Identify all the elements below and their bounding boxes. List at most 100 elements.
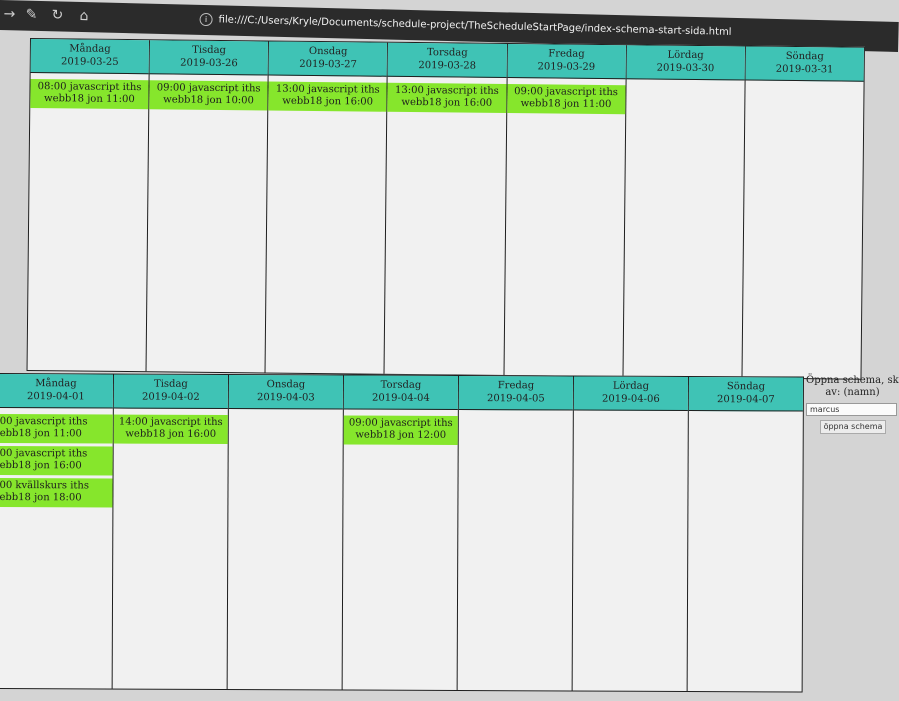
day-date: 2019-04-07 xyxy=(717,394,775,406)
day-column: Söndag 2019-03-31 xyxy=(742,46,864,378)
schedule-event[interactable]: 09:00 javascript iths webb18 jon 12:00 xyxy=(343,415,458,446)
home-icon[interactable]: ⌂ xyxy=(79,8,88,24)
day-body xyxy=(458,410,573,690)
day-date: 2019-04-02 xyxy=(142,391,200,403)
schedule-event[interactable]: 13:00 javascript iths webb18 jon 16:00 xyxy=(268,81,387,112)
day-name: Söndag xyxy=(726,381,766,393)
event-line2: webb18 jon 11:00 xyxy=(520,98,612,111)
day-header: Tisdag 2019-04-02 xyxy=(113,374,228,410)
day-column: Torsdag 2019-03-28 13:00 javascript iths we… xyxy=(384,42,508,375)
day-column: Lördag 2019-03-30 xyxy=(623,45,746,378)
event-line2: webb18 jon 10:00 xyxy=(163,94,254,107)
day-body: 13:00 javascript iths webb18 jon 16:00 xyxy=(266,76,387,374)
event-line2: ebb18 jon 11:00 xyxy=(0,428,82,440)
day-date: 2019-04-01 xyxy=(27,391,85,403)
day-date: 2019-03-31 xyxy=(775,63,834,76)
day-header: Onsdag 2019-04-03 xyxy=(228,375,343,410)
event-line1: 09:00 javascript iths xyxy=(514,86,619,99)
day-body xyxy=(742,80,863,378)
day-column: Onsdag 2019-03-27 13:00 javascript iths web… xyxy=(265,41,389,374)
day-date: 2019-04-06 xyxy=(602,393,660,405)
event-line1: 00 javascript iths xyxy=(0,416,88,428)
day-column: Onsdag 2019-04-03 xyxy=(227,375,344,690)
event-line1: 00 kvällskurs iths xyxy=(0,480,90,492)
event-line2: webb18 jon 16:00 xyxy=(125,428,217,440)
event-line2: webb18 jon 16:00 xyxy=(401,96,493,109)
week-schedule-1: Måndag 2019-03-25 08:00 javascript iths web… xyxy=(26,38,865,380)
open-schedule-button[interactable]: öppna schema xyxy=(820,420,886,434)
day-column: Lördag 2019-04-06 xyxy=(572,376,689,692)
day-body: 08:00 javascript iths webb18 jon 11:00 xyxy=(28,73,149,371)
schedule-event[interactable]: 00 javascript iths ebb18 jon 11:00 xyxy=(0,414,113,444)
event-line1: 00 javascript iths xyxy=(0,448,88,460)
event-line2: webb18 jon 11:00 xyxy=(43,93,135,106)
day-column: Torsdag 2019-04-04 09:00 javascript iths we… xyxy=(342,375,459,691)
week-schedule-2: Måndag 2019-04-01 00 javascript iths ebb18 … xyxy=(0,373,804,693)
day-column: Tisdag 2019-04-02 14:00 javascript iths web… xyxy=(112,374,229,690)
day-date: 2019-04-04 xyxy=(372,392,430,404)
day-body: 09:00 javascript iths webb18 jon 11:00 xyxy=(504,78,626,376)
day-header: Måndag 2019-03-25 xyxy=(30,39,150,75)
day-name: Söndag xyxy=(785,50,824,63)
day-name: Lördag xyxy=(667,49,704,62)
day-body xyxy=(228,409,343,689)
day-date: 2019-04-03 xyxy=(257,392,315,404)
day-body: 14:00 javascript iths webb18 jon 16:00 xyxy=(113,409,228,689)
event-line2: webb18 jon 16:00 xyxy=(282,95,374,108)
day-date: 2019-03-26 xyxy=(180,57,238,70)
event-line2: webb18 jon 12:00 xyxy=(355,429,447,441)
day-body: 09:00 javascript iths webb18 jon 10:00 xyxy=(147,74,268,372)
wrench-icon[interactable]: ✎ xyxy=(25,7,37,23)
event-line2: ebb18 jon 18:00 xyxy=(0,492,82,504)
day-date: 2019-03-28 xyxy=(418,60,477,72)
day-column: Tisdag 2019-03-26 09:00 javascript iths web… xyxy=(146,40,270,373)
address-url: file:///C:/Users/Kryle/Documents/schedul… xyxy=(218,14,732,38)
day-header: Söndag 2019-04-07 xyxy=(688,377,803,412)
day-name: Fredag xyxy=(497,380,535,392)
day-header: Lördag 2019-04-06 xyxy=(573,376,688,412)
day-column: Söndag 2019-04-07 xyxy=(688,377,803,691)
event-line1: 08:00 javascript iths xyxy=(37,81,142,94)
day-column: Fredag 2019-04-05 xyxy=(457,376,574,691)
day-body xyxy=(573,411,688,691)
day-body: 00 javascript iths ebb18 jon 11:00 00 java… xyxy=(0,408,113,688)
info-icon[interactable]: i xyxy=(199,12,213,26)
name-input[interactable] xyxy=(806,403,897,416)
day-name: Onsdag xyxy=(266,379,306,391)
day-date: 2019-03-27 xyxy=(299,58,357,71)
schedule-event[interactable]: 09:00 javascript iths webb18 jon 10:00 xyxy=(149,80,268,111)
day-name: Onsdag xyxy=(308,45,348,58)
schedule-event[interactable]: 00 kvällskurs iths ebb18 jon 18:00 xyxy=(0,478,113,508)
day-date: 2019-03-30 xyxy=(656,62,715,75)
event-line1: 09:00 javascript iths xyxy=(156,82,261,95)
event-line2: ebb18 jon 16:00 xyxy=(0,460,82,472)
schedule-event[interactable]: 00 javascript iths ebb18 jon 16:00 xyxy=(0,446,113,476)
day-header: Fredag 2019-03-29 xyxy=(507,44,626,80)
day-date: 2019-03-29 xyxy=(537,61,596,73)
day-date: 2019-04-05 xyxy=(487,393,545,405)
schedule-event[interactable]: 09:00 javascript iths webb18 jon 11:00 xyxy=(506,83,626,115)
schedule-event[interactable]: 14:00 javascript iths webb18 jon 16:00 xyxy=(113,414,228,445)
day-header: Onsdag 2019-03-27 xyxy=(268,41,388,77)
event-line1: 09:00 javascript iths xyxy=(348,417,453,429)
event-line1: 13:00 javascript iths xyxy=(275,83,380,96)
day-name: Torsdag xyxy=(426,47,468,59)
event-line1: 14:00 javascript iths xyxy=(118,416,223,428)
day-name: Fredag xyxy=(548,48,585,60)
day-column: Fredag 2019-03-29 09:00 javascript iths web… xyxy=(504,44,627,377)
day-name: Lördag xyxy=(612,380,650,392)
open-schedule-title: Öppna schema, skap xyxy=(806,375,899,386)
day-body: 09:00 javascript iths webb18 jon 12:00 xyxy=(343,410,458,690)
day-name: Tisdag xyxy=(154,378,188,390)
day-date: 2019-03-25 xyxy=(60,56,119,68)
day-body: 13:00 javascript iths webb18 jon 16:00 xyxy=(385,77,507,375)
open-schedule-panel: Öppna schema, skap av: (namn) öppna sche… xyxy=(806,375,899,685)
schedule-event[interactable]: 13:00 javascript iths webb18 jon 16:00 xyxy=(387,82,507,113)
schedule-event[interactable]: 08:00 javascript iths webb18 jon 11:00 xyxy=(30,79,149,110)
day-header: Fredag 2019-04-05 xyxy=(458,376,573,411)
day-header: Måndag 2019-04-01 xyxy=(0,374,113,409)
reload-icon[interactable]: ↻ xyxy=(51,7,63,23)
day-body xyxy=(688,411,803,691)
day-name: Måndag xyxy=(69,43,111,55)
forward-icon[interactable]: → xyxy=(3,6,15,22)
